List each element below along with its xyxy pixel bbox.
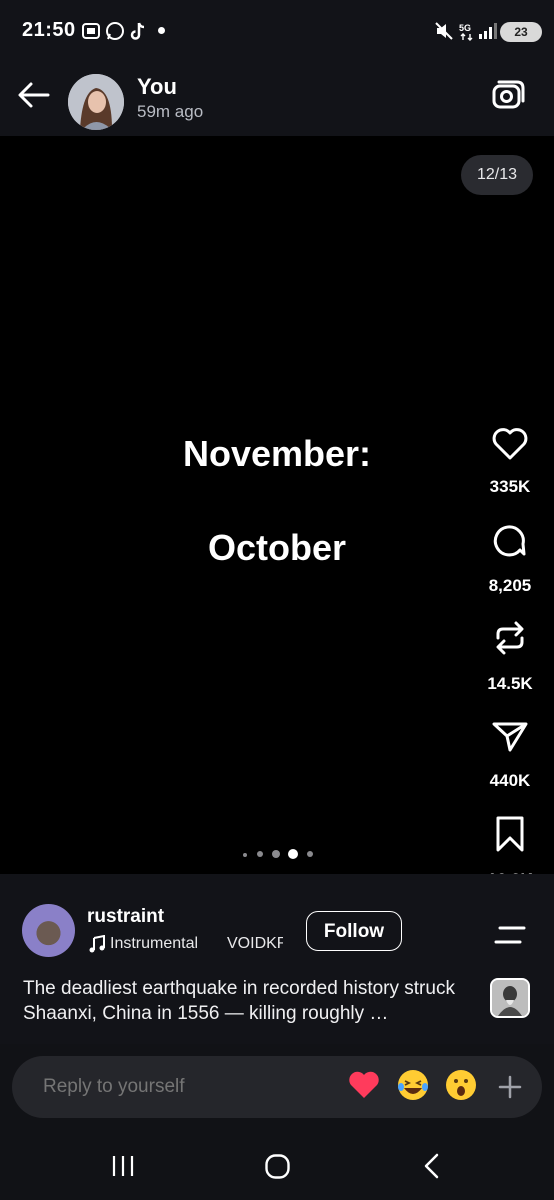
screenshot-icon <box>82 23 100 39</box>
music-note-icon <box>89 935 105 953</box>
mute-icon <box>435 22 453 40</box>
likes-count: 335K <box>489 477 531 496</box>
story-counter: 12/13 <box>461 155 533 195</box>
comment-bubble-icon[interactable] <box>490 522 530 562</box>
signal-icon <box>479 23 497 39</box>
plus-icon[interactable] <box>496 1073 524 1101</box>
header-time-ago: 59m ago <box>137 102 204 121</box>
page-dot <box>272 850 280 858</box>
5g-icon: 5G <box>459 23 473 41</box>
post-thumbnail[interactable] <box>490 978 530 1018</box>
repost-icon[interactable] <box>490 618 530 658</box>
reposts-count: 14.5K <box>487 674 533 693</box>
page-dot <box>243 853 247 857</box>
laughing-emoji[interactable] <box>396 1068 430 1102</box>
story-text-line-1: November: <box>182 433 372 474</box>
comments-count: 8,205 <box>488 576 532 595</box>
page-dot <box>257 851 263 857</box>
music-title[interactable]: Instrumental <box>110 935 198 953</box>
page-dot-active <box>288 849 298 859</box>
shares-count: 440K <box>489 771 531 790</box>
camera-icon[interactable] <box>489 77 527 113</box>
menu-lines-icon[interactable] <box>492 923 528 947</box>
surprised-emoji[interactable] <box>444 1068 478 1102</box>
page-dot <box>307 851 313 857</box>
notification-dot <box>158 27 165 34</box>
avatar-photo <box>68 74 124 130</box>
music-artist[interactable]: VOIDKRU <box>227 935 283 953</box>
share-send-icon[interactable] <box>490 716 530 756</box>
reply-input[interactable] <box>43 1076 323 1098</box>
creator-username[interactable]: rustraint <box>87 906 164 928</box>
story-text-line-2: October <box>207 527 347 568</box>
like-heart-icon[interactable] <box>490 424 530 464</box>
svg-text:5G: 5G <box>459 23 471 33</box>
home-icon[interactable] <box>264 1153 291 1180</box>
avatar[interactable] <box>68 74 124 130</box>
story-content[interactable] <box>0 136 554 874</box>
tiktok-icon <box>130 22 145 40</box>
system-back-icon[interactable] <box>420 1152 442 1180</box>
follow-button[interactable]: Follow <box>306 911 402 951</box>
back-arrow-icon[interactable] <box>16 79 52 111</box>
header-name[interactable]: You <box>137 74 177 100</box>
heart-emoji[interactable] <box>347 1068 381 1102</box>
status-time: 21:50 <box>22 19 76 41</box>
bookmark-icon[interactable] <box>490 814 530 854</box>
battery-level: 23 <box>514 25 528 39</box>
battery-icon: 23 <box>500 22 542 42</box>
whatsapp-icon <box>106 22 124 40</box>
recent-apps-icon[interactable] <box>110 1154 136 1178</box>
creator-avatar[interactable] <box>22 904 75 957</box>
post-caption[interactable]: The deadliest earthquake in recorded his… <box>23 976 473 1026</box>
thumbnail-image <box>492 980 528 1016</box>
